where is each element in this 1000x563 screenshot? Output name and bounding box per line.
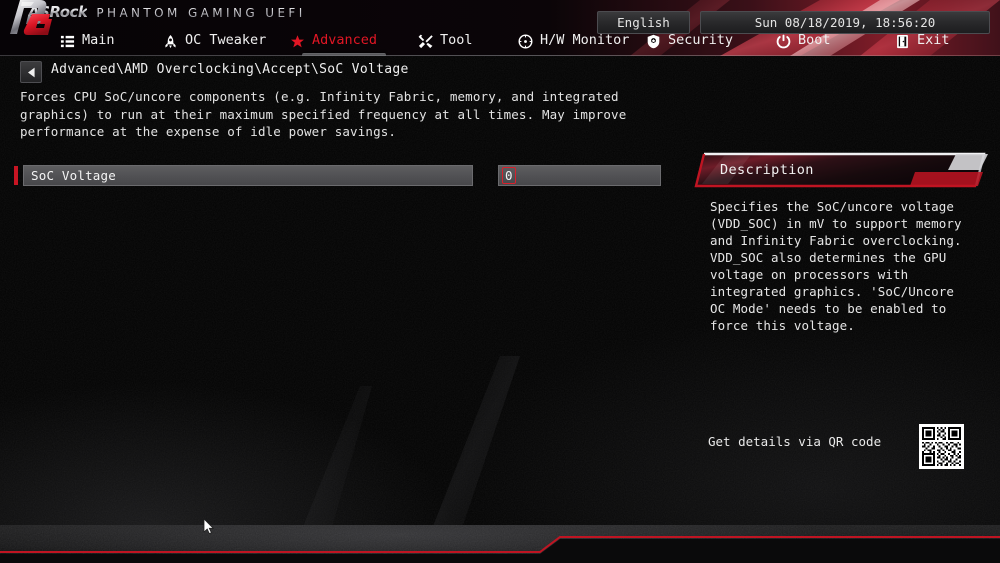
nav-tab-hw-monitor-label: H/W Monitor [540,32,630,49]
datetime-button[interactable]: Sun 08/18/2019, 18:56:20 [700,11,990,34]
nav-tab-boot-label: Boot [798,32,831,49]
qr-label: Get details via QR code [708,434,882,449]
footer-accent-line [0,536,1000,563]
breadcrumb-bar: Advanced\AMD Overclocking\Accept\SoC Vol… [0,56,1000,88]
rocket-icon [165,34,176,48]
back-arrow-icon [27,67,35,77]
brand-logo: ASRock PHANTOM GAMING UEFI [28,3,306,21]
selection-marker [14,166,18,185]
shield-icon [647,34,660,48]
power-icon [776,34,791,48]
soc-voltage-input[interactable]: 0 [498,165,661,186]
header-divider [0,55,1000,56]
soc-voltage-row: SoC Voltage 0 [0,165,700,187]
nav-tab-exit-label: Exit [917,32,950,49]
phantom-gaming-logo [10,0,52,35]
language-label: English [617,15,670,30]
nav-tab-oc-tweaker[interactable]: OC Tweaker [163,26,266,56]
mouse-cursor [203,518,215,535]
star-icon [291,34,304,47]
nav-tab-security-label: Security [668,32,734,49]
gauge-icon [518,34,533,48]
nav-tab-main-label: Main [82,32,115,49]
nav-tab-tool[interactable]: Tool [418,26,473,56]
soc-voltage-label: SoC Voltage [31,168,116,183]
soc-voltage-value: 0 [502,167,516,184]
soc-voltage-label-field[interactable]: SoC Voltage [23,165,473,186]
nav-tab-main[interactable]: Main [60,26,115,56]
back-button[interactable] [20,61,42,83]
qr-code-icon[interactable] [919,424,964,469]
tools-icon [418,34,433,48]
description-text: Specifies the SoC/uncore voltage (VDD_SO… [710,199,962,333]
datetime-label: Sun 08/18/2019, 18:56:20 [754,15,936,30]
breadcrumb-path: Advanced\AMD Overclocking\Accept\SoC Vol… [51,62,409,77]
nav-tab-oc-tweaker-label: OC Tweaker [185,32,267,49]
nav-tab-tool-label: Tool [440,32,473,49]
description-title: Description [720,162,814,178]
language-button[interactable]: English [597,11,690,34]
exit-door-icon [897,34,908,48]
qr-section: Get details via QR code [694,424,994,480]
nav-tab-advanced[interactable]: Advanced [290,26,386,56]
phantom-gaming-uefi-text: PHANTOM GAMING UEFI [96,6,306,20]
nav-tab-advanced-label: Advanced [312,32,378,49]
description-panel: Description Specifies the SoC/uncore vol… [694,150,990,350]
help-text: Forces CPU SoC/uncore components (e.g. I… [20,89,627,139]
